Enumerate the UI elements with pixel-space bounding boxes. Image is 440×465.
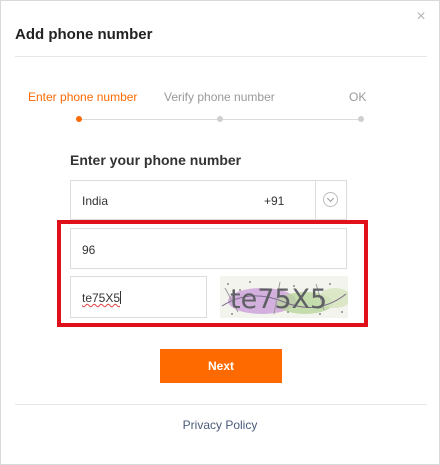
step-connector: [81, 119, 219, 120]
dialog-title: Add phone number: [15, 26, 153, 43]
step-1-dot: [76, 116, 82, 122]
step-3-label: OK: [349, 90, 367, 104]
step-1-label: Enter phone number: [28, 90, 138, 104]
step-3-dot: [358, 116, 364, 122]
close-icon[interactable]: ×: [414, 9, 428, 25]
step-connector: [222, 119, 360, 120]
add-phone-dialog: Add phone number × Enter phone number Ve…: [0, 0, 440, 465]
highlight-box: [57, 220, 368, 327]
privacy-policy-link[interactable]: Privacy Policy: [1, 418, 439, 432]
header-divider: [15, 56, 427, 57]
select-separator: [315, 181, 316, 219]
next-button[interactable]: Next: [160, 349, 282, 383]
country-select[interactable]: India +91: [70, 180, 347, 220]
chevron-down-icon[interactable]: [323, 192, 338, 207]
country-name: India: [82, 194, 109, 208]
footer-divider: [15, 404, 427, 405]
country-code: +91: [264, 194, 285, 208]
step-2-label: Verify phone number: [164, 90, 275, 104]
form-heading: Enter your phone number: [70, 152, 242, 168]
step-2-dot: [217, 116, 223, 122]
